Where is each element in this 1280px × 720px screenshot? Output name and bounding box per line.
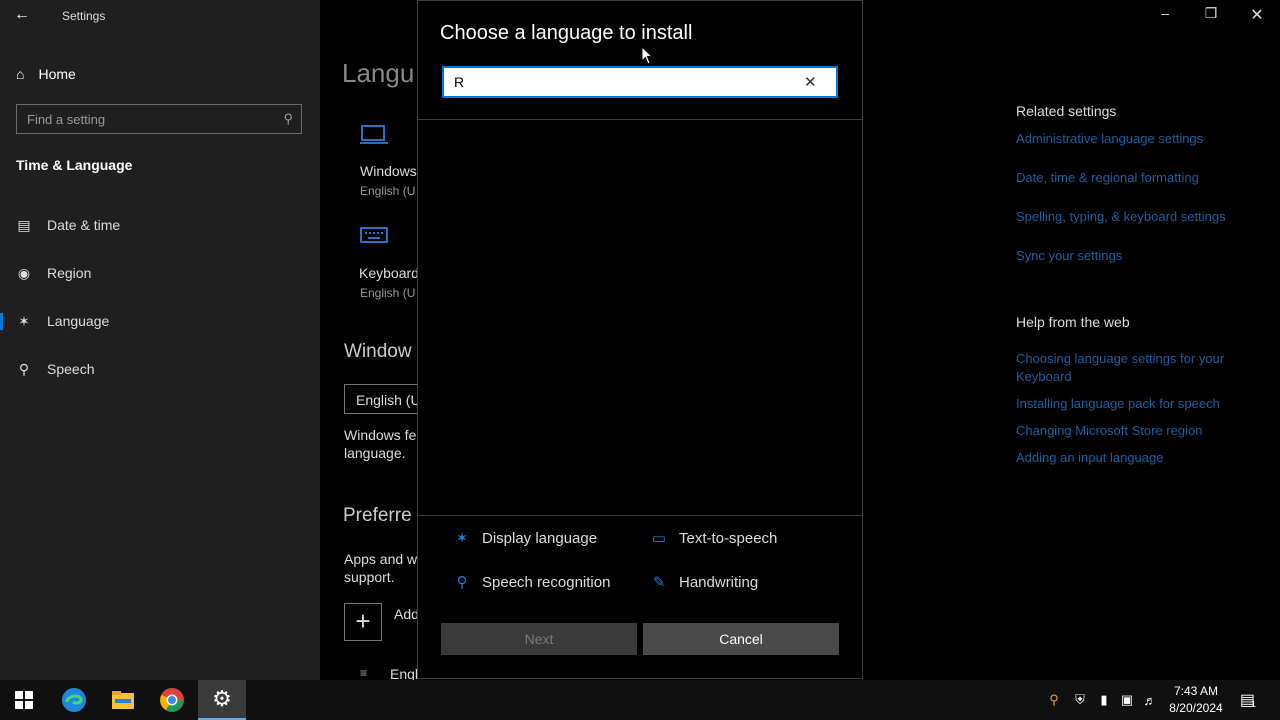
settings-sidebar: ← Settings ⌂ Home ⚲ Time & Language ▤ Da… xyxy=(0,0,320,680)
divider xyxy=(418,515,862,516)
windows-display-label[interactable]: Windows xyxy=(360,163,417,179)
calendar-icon: ▤ xyxy=(17,216,31,233)
feature-speech-recognition: ⚲ Speech recognition xyxy=(454,573,611,592)
minimize-icon[interactable]: – xyxy=(1150,5,1180,27)
keyboard-label[interactable]: Keyboard xyxy=(359,265,419,281)
page-title: Langu xyxy=(342,58,415,88)
monitor-icon xyxy=(360,124,400,150)
network-icon[interactable]: ▣ xyxy=(1117,680,1137,720)
keyboard-sub: English (U xyxy=(360,286,416,300)
sidebar-item-label: Language xyxy=(47,313,110,329)
time: 7:43 AM xyxy=(1173,684,1219,698)
date: 8/20/2024 xyxy=(1169,701,1223,715)
help-heading: Help from the web xyxy=(1016,314,1130,330)
battery-icon[interactable]: ▮ xyxy=(1094,680,1114,720)
related-link-sync[interactable]: Sync your settings xyxy=(1016,247,1122,265)
help-link-speech[interactable]: Installing language pack for speech xyxy=(1016,395,1220,413)
apps-text: Apps and w xyxy=(344,551,418,567)
mouse-cursor-icon xyxy=(641,45,654,71)
feature-text-to-speech: ▭ Text-to-speech xyxy=(651,529,778,548)
start-icon[interactable] xyxy=(0,680,48,720)
feature-label: Handwriting xyxy=(679,573,759,591)
handwriting-icon: ✎ xyxy=(652,574,666,591)
search-input[interactable] xyxy=(27,111,267,127)
find-setting-search[interactable]: ⚲ xyxy=(16,104,302,134)
file-explorer-icon[interactable] xyxy=(99,680,147,720)
language-search-input[interactable] xyxy=(454,74,804,90)
windows-features-text-2: language. xyxy=(344,445,406,461)
clock[interactable]: 7:43 AM 8/20/2024 xyxy=(1160,683,1232,717)
app-title: Settings xyxy=(62,9,106,23)
next-button[interactable]: Next xyxy=(441,623,637,655)
preferred-languages-heading: Preferre xyxy=(343,505,412,526)
language-install-dialog: Choose a language to install ✕ ✶ Display… xyxy=(417,0,863,679)
cancel-button[interactable]: Cancel xyxy=(643,623,839,655)
home-label: Home xyxy=(38,66,76,82)
language-search-box[interactable]: ✕ xyxy=(442,66,838,98)
sidebar-item-label: Region xyxy=(47,265,92,281)
related-link-date-time[interactable]: Date, time & regional formatting xyxy=(1016,169,1199,187)
display-language-dropdown[interactable]: English (U xyxy=(344,384,424,414)
feature-label: Speech recognition xyxy=(482,573,611,591)
microphone-icon: ⚲ xyxy=(456,574,468,591)
search-icon: ⚲ xyxy=(283,111,293,126)
sidebar-item-label: Speech xyxy=(47,361,95,377)
restore-icon[interactable]: ❐ xyxy=(1196,5,1226,27)
language-icon: ✶ xyxy=(18,312,30,329)
add-language-button[interactable]: + xyxy=(344,603,382,641)
text-to-speech-icon: ▭ xyxy=(651,530,667,547)
language-item-icon: ≡ xyxy=(360,666,368,680)
notification-icon[interactable]: ▤ 1 xyxy=(1236,680,1260,720)
display-language-icon: ✶ xyxy=(455,530,469,547)
globe-icon: ◉ xyxy=(17,264,31,281)
help-link-input-language[interactable]: Adding an input language xyxy=(1016,449,1163,467)
sidebar-item-region[interactable]: ◉ Region xyxy=(0,255,320,291)
apps-text-2: support. xyxy=(344,569,395,585)
chrome-icon[interactable] xyxy=(148,680,196,720)
help-link-store-region[interactable]: Changing Microsoft Store region xyxy=(1016,422,1202,440)
home-nav[interactable]: ⌂ Home xyxy=(16,64,76,84)
language-results-list[interactable] xyxy=(418,120,862,514)
home-icon: ⌂ xyxy=(16,66,25,82)
taskbar: ⚙ ⚲ ⛨ ▮ ▣ ♬ 7:43 AM 8/20/2024 ▤ 1 xyxy=(0,680,1280,720)
sidebar-item-speech[interactable]: ⚲ Speech xyxy=(0,351,320,387)
microphone-icon: ⚲ xyxy=(18,360,30,377)
volume-icon[interactable]: ♬ xyxy=(1140,680,1160,720)
settings-icon[interactable]: ⚙ xyxy=(198,680,246,720)
sidebar-item-language[interactable]: ✶ Language xyxy=(0,303,320,339)
sidebar-item-date-time[interactable]: ▤ Date & time xyxy=(0,207,320,243)
related-link-spelling[interactable]: Spelling, typing, & keyboard settings xyxy=(1016,208,1226,226)
dialog-title: Choose a language to install xyxy=(440,22,693,44)
feature-display-language: ✶ Display language xyxy=(454,529,598,548)
related-settings-heading: Related settings xyxy=(1016,103,1117,119)
edge-icon[interactable] xyxy=(50,680,98,720)
windows-display-sub: English (U xyxy=(360,184,416,198)
sidebar-item-label: Date & time xyxy=(47,217,121,233)
search-magnifier-icon[interactable]: ⚲ xyxy=(1044,680,1064,720)
section-title: Time & Language xyxy=(16,157,133,173)
feature-label: Text-to-speech xyxy=(679,529,778,547)
close-icon[interactable]: ✕ xyxy=(1242,5,1272,27)
notification-count: 1 xyxy=(1251,699,1257,709)
keyboard-icon xyxy=(360,226,390,251)
back-arrow-icon[interactable]: ← xyxy=(14,6,34,26)
related-link-admin[interactable]: Administrative language settings xyxy=(1016,130,1203,148)
shield-icon[interactable]: ⛨ xyxy=(1070,680,1090,720)
clear-search-icon[interactable]: ✕ xyxy=(804,73,817,91)
add-language-label: Add xyxy=(394,606,419,622)
help-link-keyboard[interactable]: Choosing language settings for your Keyb… xyxy=(1016,350,1256,386)
windows-features-text: Windows fe xyxy=(344,427,417,443)
feature-handwriting: ✎ Handwriting xyxy=(651,573,759,592)
windows-display-heading: Window xyxy=(344,341,412,362)
feature-label: Display language xyxy=(482,529,598,547)
